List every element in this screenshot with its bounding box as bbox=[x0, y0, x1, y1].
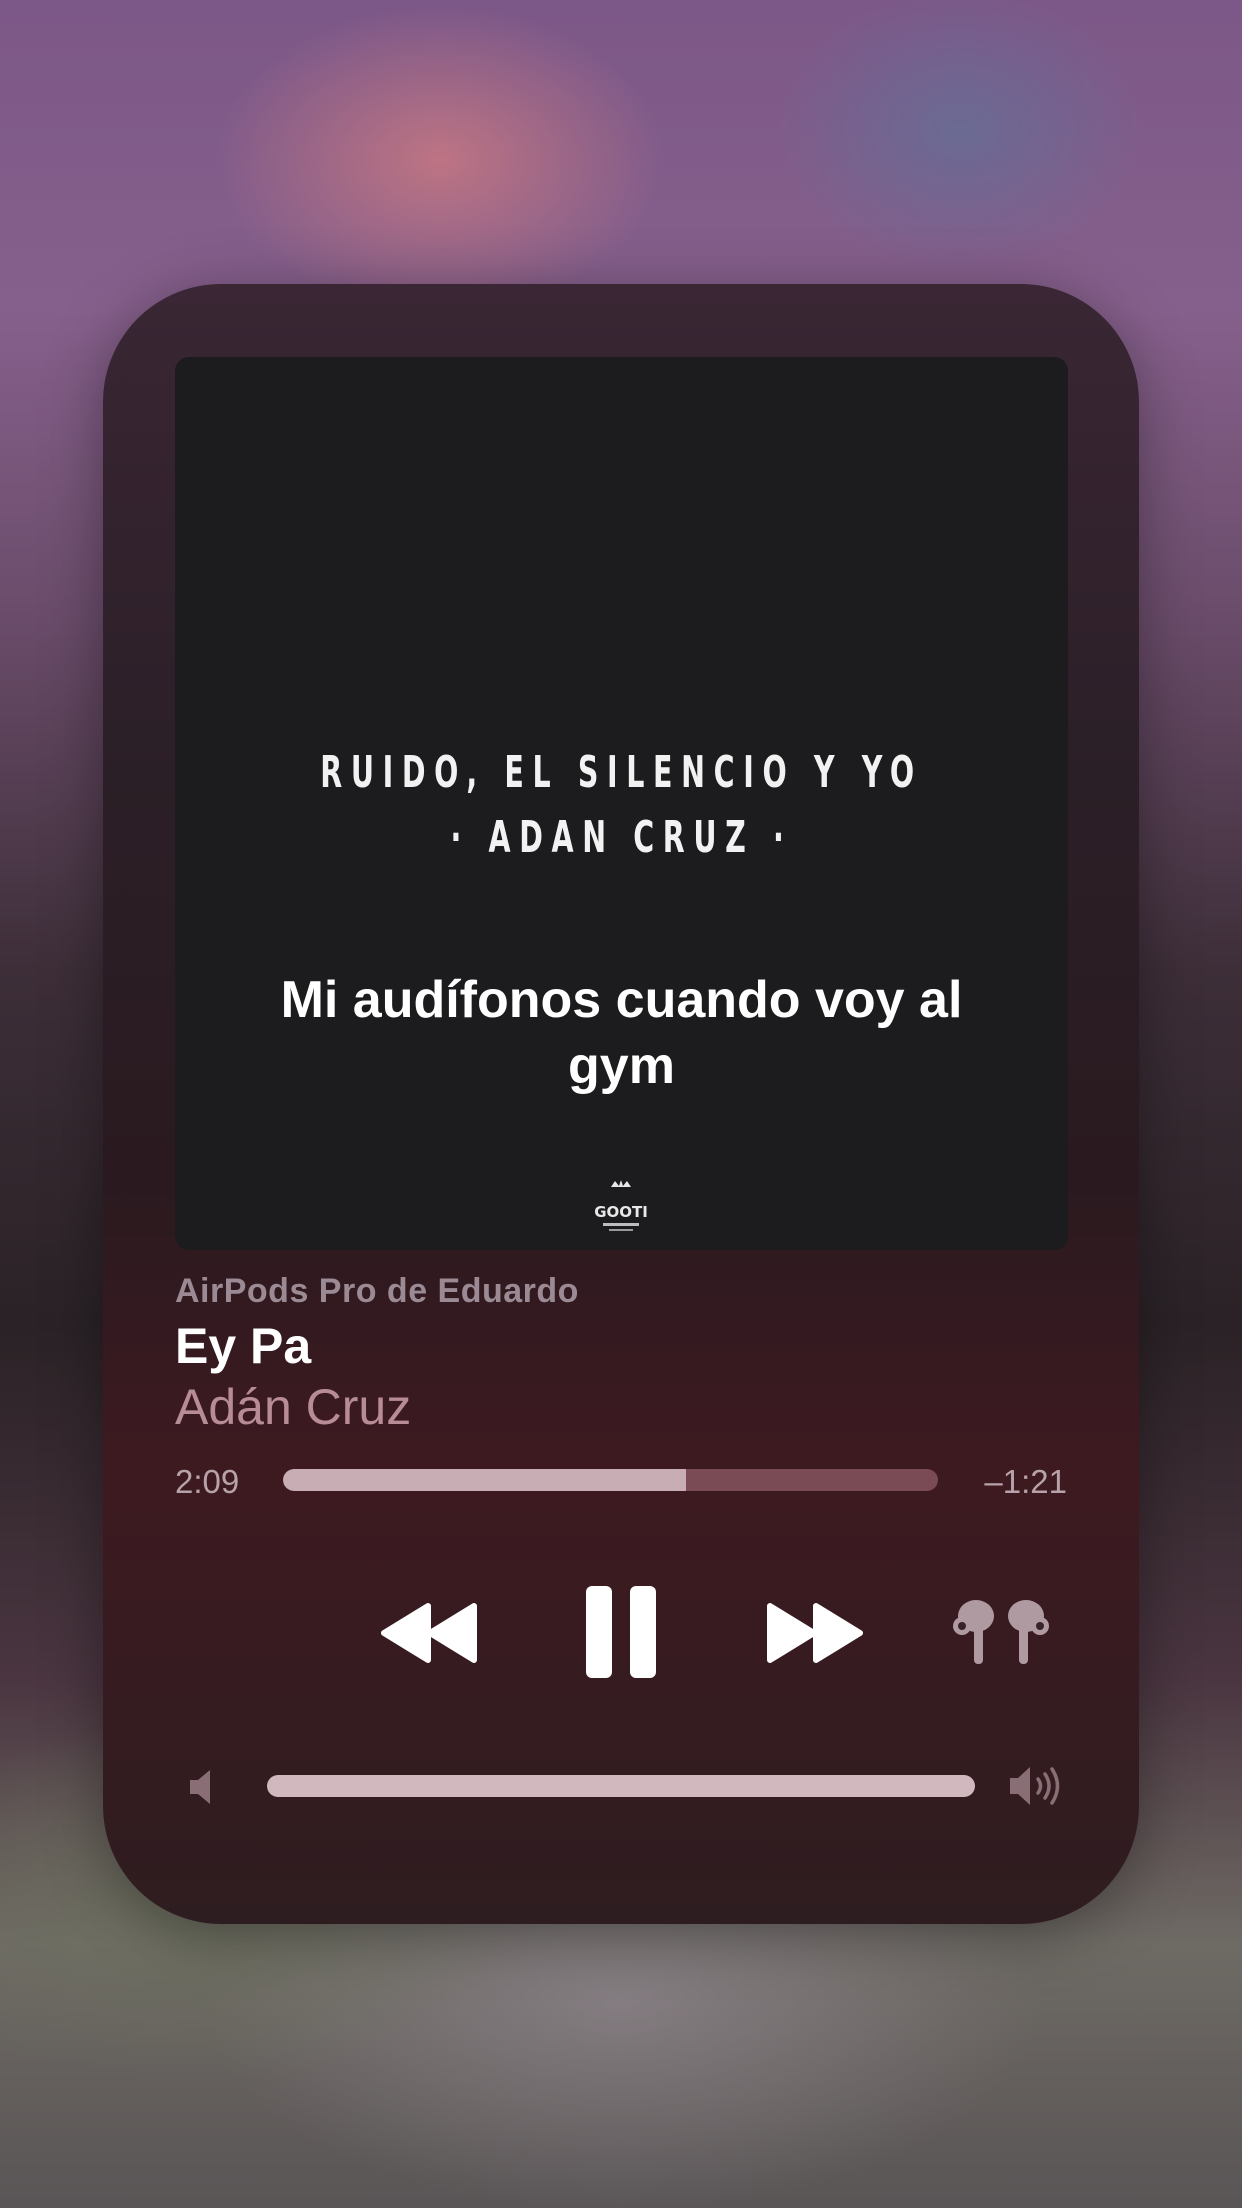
pause-icon[interactable] bbox=[586, 1586, 656, 1678]
remaining-time: –1:21 bbox=[984, 1463, 1067, 1500]
artwork-title-line1: RUIDO, EL SILENCIO Y YO bbox=[320, 747, 923, 798]
playback-progress-fill bbox=[283, 1469, 686, 1491]
label-logo: GOOTI bbox=[595, 1180, 647, 1231]
speaker-low-icon bbox=[190, 1770, 210, 1804]
airpods-pro-icon[interactable] bbox=[948, 1596, 1054, 1668]
artwork-caption: Mi audífonos cuando voy al gym bbox=[280, 971, 963, 1095]
label-logo-text: GOOTI bbox=[595, 1203, 647, 1221]
artwork-title-line2: · ADAN CRUZ · bbox=[450, 812, 793, 863]
playback-scrubber[interactable] bbox=[283, 1469, 938, 1491]
volume-fill bbox=[267, 1775, 975, 1797]
song-title: Ey Pa bbox=[175, 1318, 312, 1374]
elapsed-time: 2:09 bbox=[175, 1463, 240, 1500]
album-artwork: RUIDO, EL SILENCIO Y YO · ADAN CRUZ · Mi… bbox=[175, 357, 1068, 1250]
volume-slider[interactable] bbox=[267, 1775, 975, 1797]
rewind-icon[interactable] bbox=[380, 1602, 480, 1664]
output-device-name: AirPods Pro de Eduardo bbox=[175, 1272, 579, 1310]
speaker-high-icon bbox=[1010, 1767, 1060, 1805]
artist-name[interactable]: Adán Cruz bbox=[175, 1378, 411, 1436]
fast-forward-icon[interactable] bbox=[764, 1602, 864, 1664]
